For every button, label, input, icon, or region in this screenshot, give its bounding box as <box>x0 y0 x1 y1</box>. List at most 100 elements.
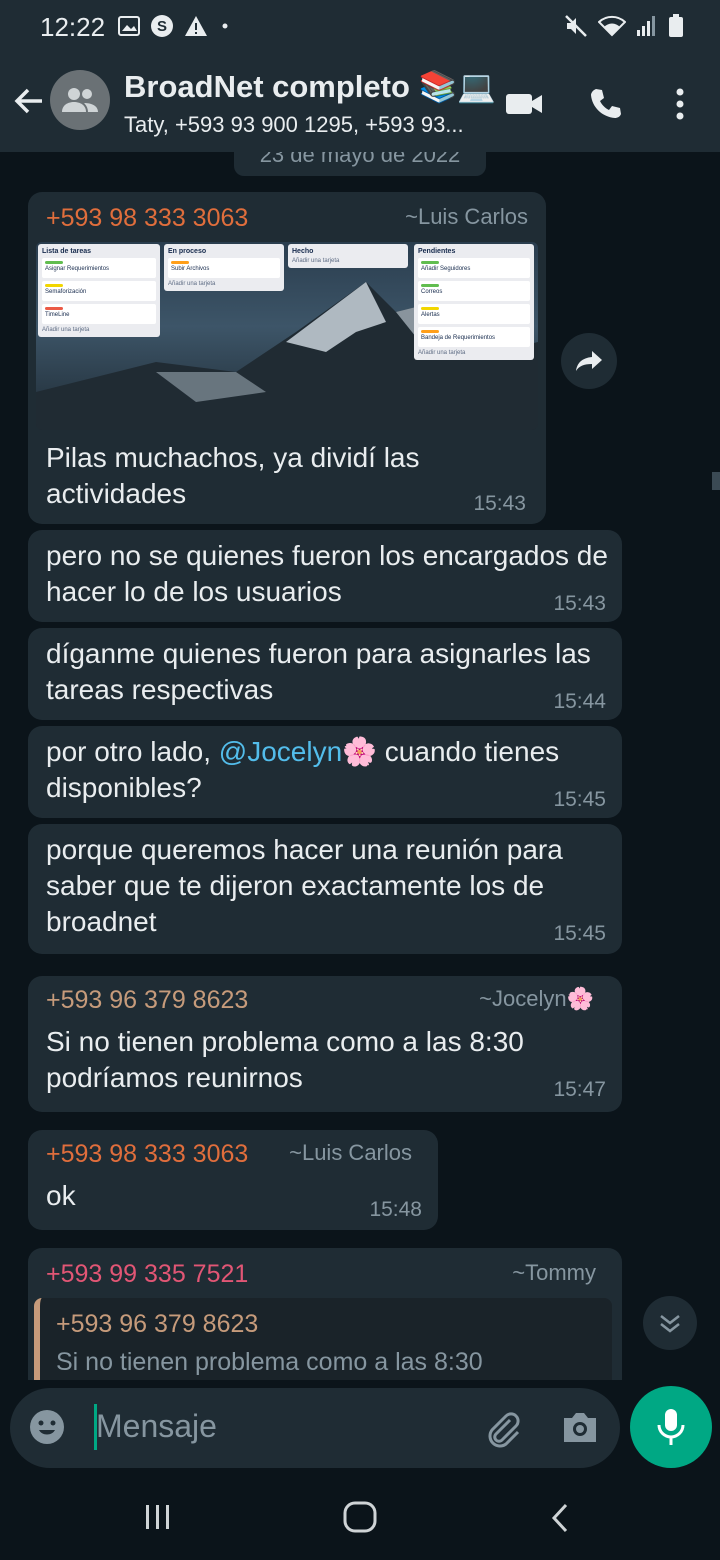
message-sender-alias: ~Jocelyn🌸 <box>479 986 594 1011</box>
message-time: 15:44 <box>553 690 606 713</box>
board-card-label: Alertas <box>421 312 440 318</box>
signal-icon <box>636 15 658 42</box>
message-time: 15:45 <box>553 788 606 811</box>
message-time: 15:43 <box>553 592 606 615</box>
message-sender-alias: ~Luis Carlos <box>405 204 528 229</box>
message-sender-alias: ~Luis Carlos <box>289 1140 412 1165</box>
status-bar: 12:22 S <box>0 0 720 56</box>
back-arrow-icon[interactable] <box>12 84 46 118</box>
message-text: Pilas muchachos, ya dividí las actividad… <box>46 442 420 509</box>
message-sender[interactable]: +593 96 379 8623 <box>46 986 248 1015</box>
board-list-title: En proceso <box>168 248 207 255</box>
message-bubble[interactable]: +593 98 333 3063 ~Luis Carlos Lista de t… <box>28 192 546 524</box>
board-card: Alertas <box>418 304 530 324</box>
message-text-part: por otro lado, <box>46 736 219 767</box>
chat-participants[interactable]: Taty, +593 93 900 1295, +593 93... <box>124 112 484 138</box>
warning-icon <box>184 15 208 42</box>
sync-s-icon: S <box>150 14 174 43</box>
attach-icon[interactable] <box>482 1408 522 1453</box>
board-card-label: Subir Archivos <box>171 266 210 272</box>
status-time: 12:22 <box>40 12 106 42</box>
wifi-icon <box>597 15 627 42</box>
back-nav-icon[interactable] <box>548 1502 572 1539</box>
quoted-message[interactable]: +593 96 379 8623 Si no tienen problema c… <box>34 1298 612 1380</box>
board-card: Bandeja de Requerimientos <box>418 327 530 347</box>
microphone-icon <box>657 1409 685 1445</box>
double-chevron-down-icon <box>660 1315 680 1333</box>
message-time: 15:43 <box>473 492 526 515</box>
message-bubble[interactable]: +593 96 379 8623 ~Jocelyn🌸 Si no tienen … <box>28 976 622 1112</box>
chat-area[interactable]: 23 de mayo de 2022 +593 98 333 3063 ~Lui… <box>0 152 720 1380</box>
message-text: Si no tienen problema como a las 8:30 po… <box>46 1026 524 1093</box>
battery-icon <box>668 14 684 43</box>
board-card: Asignar Requerimientos <box>42 258 156 278</box>
message-bubble[interactable]: pero no se quienes fueron los encargados… <box>28 530 622 622</box>
board-card: Correos <box>418 281 530 301</box>
svg-text:S: S <box>157 18 167 35</box>
mention-link[interactable]: @Jocelyn🌸 <box>219 736 377 767</box>
message-text: porque queremos hacer una reunión para s… <box>46 834 563 937</box>
board-card-label: Añadir Seguidores <box>421 266 471 272</box>
dot-icon <box>218 19 232 38</box>
message-sender[interactable]: +593 99 335 7521 <box>46 1260 248 1289</box>
message-sender[interactable]: +593 98 333 3063 <box>46 204 248 233</box>
board-list: Lista de tareas Asignar Requerimientos S… <box>38 244 160 337</box>
gallery-icon <box>118 16 140 41</box>
board-list: Pendientes Añadir Seguidores Correos Ale… <box>414 244 534 360</box>
scrollbar[interactable] <box>712 472 720 490</box>
group-avatar[interactable] <box>50 70 110 130</box>
message-input-bar[interactable]: Mensaje <box>10 1388 620 1468</box>
date-chip: 23 de mayo de 2022 <box>234 152 486 176</box>
recent-apps-icon[interactable] <box>144 1502 172 1537</box>
message-text: díganme quienes fueron para asignarles l… <box>46 638 591 705</box>
message-input[interactable]: Mensaje <box>96 1408 217 1445</box>
mute-icon <box>564 14 588 43</box>
board-card: Semaforización <box>42 281 156 301</box>
message-sender[interactable]: +593 98 333 3063 <box>46 1140 248 1169</box>
message-text: pero no se quienes fueron los encargados… <box>46 540 608 607</box>
message-bubble[interactable]: porque queremos hacer una reunión para s… <box>28 824 622 954</box>
message-bubble[interactable]: +593 98 333 3063 ~Luis Carlos ok 15:48 <box>28 1130 438 1230</box>
board-list-title: Hecho <box>292 248 314 255</box>
board-card-label: TimeLine <box>45 312 70 318</box>
add-card-label: Añadir una tarjeta <box>418 350 466 356</box>
message-bubble[interactable]: díganme quienes fueron para asignarles l… <box>28 628 622 720</box>
board-card: Subir Archivos <box>168 258 280 278</box>
board-card-label: Bandeja de Requerimientos <box>421 335 496 341</box>
chat-title[interactable]: BroadNet completo 📚💻 <box>124 68 496 105</box>
board-list-title: Lista de tareas <box>42 248 92 255</box>
message-time: 15:45 <box>553 922 606 945</box>
quoted-sender: +593 96 379 8623 <box>56 1310 259 1338</box>
add-card-label: Añadir una tarjeta <box>292 258 340 264</box>
voice-message-button[interactable] <box>630 1386 712 1468</box>
add-card-label: Añadir una tarjeta <box>168 281 216 287</box>
quoted-text: Si no tienen problema como a las 8:30 <box>56 1348 483 1376</box>
board-card: TimeLine <box>42 304 156 324</box>
forward-button[interactable] <box>561 333 617 389</box>
message-text: por otro lado, @Jocelyn🌸 cuando tienes d… <box>46 734 612 806</box>
message-text: ok <box>46 1180 76 1211</box>
board-card-label: Asignar Requerimientos <box>45 266 110 272</box>
voice-call-icon[interactable] <box>588 86 628 122</box>
home-icon[interactable] <box>342 1500 378 1539</box>
system-nav-bar <box>0 1476 720 1560</box>
emoji-icon[interactable] <box>28 1408 66 1451</box>
image-attachment[interactable]: Lista de tareas Asignar Requerimientos S… <box>36 242 538 430</box>
board-card: Añadir Seguidores <box>418 258 530 278</box>
message-sender-alias: ~Tommy <box>512 1260 596 1285</box>
chat-header: BroadNet completo 📚💻 Taty, +593 93 900 1… <box>0 56 720 152</box>
board-list: En proceso Subir Archivos Añadir una tar… <box>164 244 284 291</box>
forward-icon <box>576 351 602 371</box>
board-card-label: Semaforización <box>45 289 87 295</box>
board-list-title: Pendientes <box>418 248 456 255</box>
video-call-icon[interactable] <box>504 86 544 122</box>
board-list: Hecho Añadir una tarjeta <box>288 244 408 268</box>
message-time: 15:47 <box>553 1078 606 1101</box>
group-icon <box>62 88 98 112</box>
message-bubble[interactable]: por otro lado, @Jocelyn🌸 cuando tienes d… <box>28 726 622 818</box>
more-options-icon[interactable] <box>668 86 692 122</box>
add-card-label: Añadir una tarjeta <box>42 327 90 333</box>
camera-icon[interactable] <box>560 1410 600 1451</box>
scroll-down-button[interactable] <box>643 1296 697 1350</box>
message-time: 15:48 <box>369 1198 422 1221</box>
